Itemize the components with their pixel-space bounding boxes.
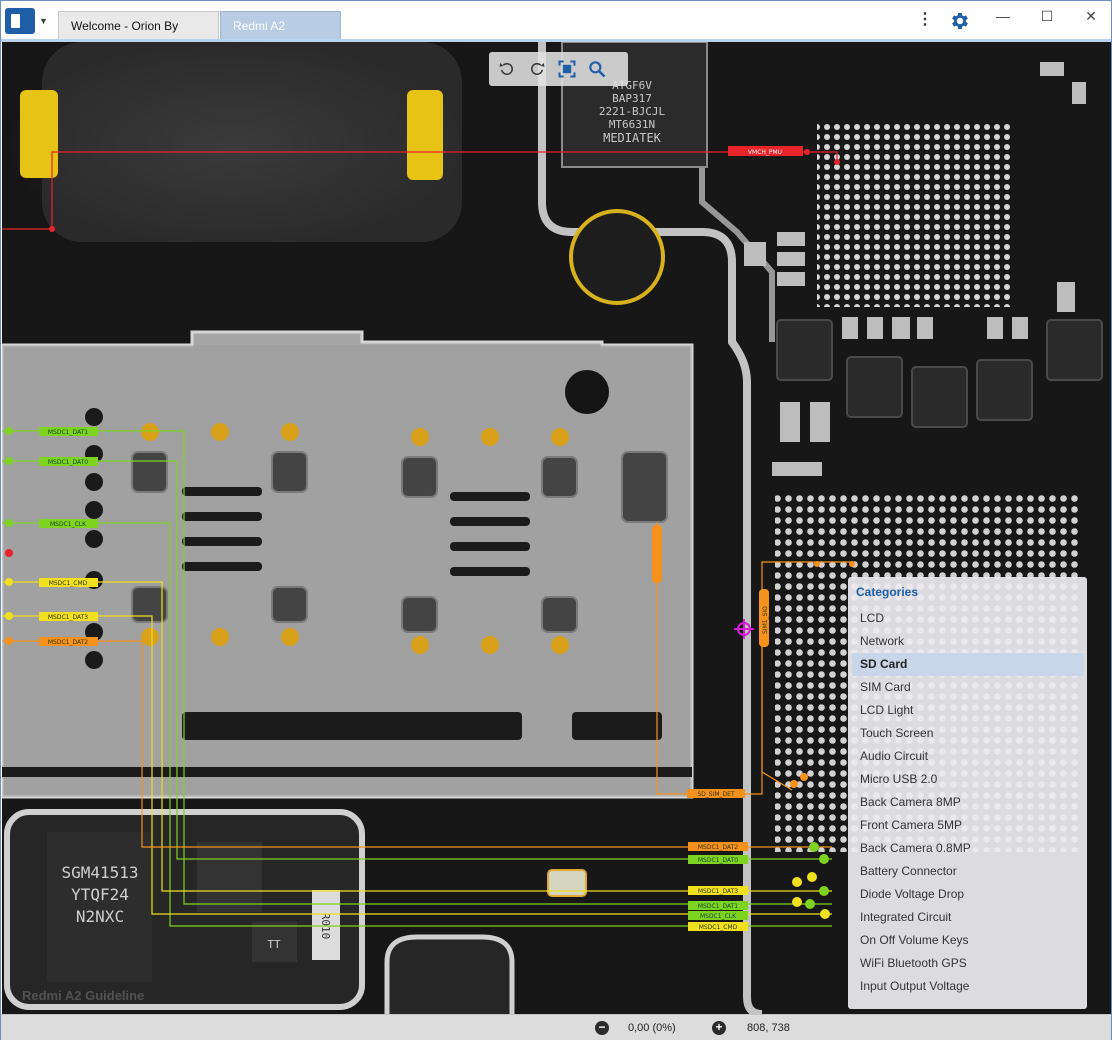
category-item[interactable]: On Off Volume Keys	[852, 929, 1084, 952]
category-item[interactable]: Audio Circuit	[852, 745, 1084, 768]
categories-title: Categories	[856, 585, 919, 599]
net-label: VMCH_PMU	[748, 149, 782, 156]
net-label: MSDC1_DAT0	[48, 459, 88, 466]
search-icon[interactable]	[585, 57, 609, 81]
rotate-right-icon[interactable]	[525, 57, 549, 81]
close-button[interactable]: ✕	[1069, 5, 1112, 29]
net-label: SIM1_SIO	[762, 606, 769, 634]
categories-list: LCD Network SD Card SIM Card LCD Light Touch …	[852, 607, 1084, 998]
maximize-button[interactable]: ☐	[1025, 5, 1069, 29]
board-watermark: Redmi A2 Guideline	[22, 988, 145, 1003]
category-item[interactable]: WiFi Bluetooth GPS	[852, 952, 1084, 975]
app-menu-button[interactable]: ▼	[5, 7, 49, 35]
category-item[interactable]: Touch Screen	[852, 722, 1084, 745]
right-net-tags: MSDC1_DAT2 MSDC1_DAT0 MSDC1_DAT3 MSDC1_D…	[688, 842, 748, 931]
category-item[interactable]: SIM Card	[852, 676, 1084, 699]
net-label: MSDC1_DAT2	[698, 844, 738, 851]
category-item[interactable]: Diode Voltage Drop	[852, 883, 1084, 906]
app-window: ▼ Welcome - Orion By ESTECH Redmi A2 Gui…	[0, 0, 1112, 1040]
minimize-button[interactable]: —	[981, 5, 1025, 29]
net-label: MSDC1_CLK	[50, 521, 87, 528]
title-bar: ▼ Welcome - Orion By ESTECH Redmi A2 Gui…	[1, 1, 1112, 61]
cursor-coordinates: 808, 738	[747, 1022, 790, 1034]
chip-label: BAP317	[612, 92, 652, 105]
category-item[interactable]: Battery Connector	[852, 860, 1084, 883]
chip-label: 2221-BJCJL	[599, 105, 666, 118]
category-item[interactable]: LCD Light	[852, 699, 1084, 722]
category-item[interactable]: Network	[852, 630, 1084, 653]
gear-icon[interactable]	[949, 10, 971, 32]
net-label: SD_SIM_DET	[697, 791, 735, 798]
zoom-out-button[interactable]: −	[595, 1021, 609, 1035]
chip-label: N2NXC	[76, 907, 124, 926]
net-label: MSDC1_DAT0	[698, 857, 738, 864]
chip-label: TT	[267, 938, 281, 951]
category-item[interactable]: Input Output Voltage	[852, 975, 1084, 998]
category-item[interactable]: Integrated Circuit	[852, 906, 1084, 929]
net-label: MSDC1_DAT2	[48, 639, 88, 646]
net-label: MSDC1_CMD	[699, 924, 738, 931]
chip-label: MEDIATEK	[603, 131, 662, 145]
category-item[interactable]: SD Card	[852, 653, 1084, 676]
view-toolbar	[489, 52, 628, 86]
tab-redmi-a2-guideline[interactable]: Redmi A2 Guideline	[220, 11, 341, 61]
chip-label: MT6631N	[609, 118, 655, 131]
zoom-in-button[interactable]: +	[712, 1021, 726, 1035]
net-label: MSDC1_DAT3	[48, 614, 88, 621]
category-item[interactable]: Front Camera 5MP	[852, 814, 1084, 837]
category-item[interactable]: Back Camera 8MP	[852, 791, 1084, 814]
app-menu-icon	[5, 8, 35, 34]
categories-panel: Categories LCD Network SD Card SIM Card LCD …	[848, 577, 1087, 1009]
rotate-left-icon[interactable]	[495, 57, 519, 81]
chevron-down-icon: ▼	[39, 16, 48, 26]
fit-screen-icon[interactable]	[555, 57, 579, 81]
category-item[interactable]: Micro USB 2.0	[852, 768, 1084, 791]
net-label: MSDC1_DAT1	[698, 903, 738, 910]
net-label: MSDC1_CLK	[700, 913, 737, 920]
category-item[interactable]: Back Camera 0.8MP	[852, 837, 1084, 860]
net-label: MSDC1_DAT3	[698, 888, 738, 895]
category-item[interactable]: LCD	[852, 607, 1084, 630]
status-bar: − 0,00 (0%) + 808, 738	[1, 1014, 1111, 1040]
net-label: MSDC1_DAT1	[48, 429, 88, 436]
chip-label: SGM41513	[61, 863, 138, 882]
kebab-menu-icon[interactable]: ⋮	[917, 11, 933, 31]
zoom-level: 0,00 (0%)	[628, 1022, 676, 1034]
chip-label: YTQF24	[71, 885, 129, 904]
tab-welcome[interactable]: Welcome - Orion By ESTECH	[58, 11, 219, 61]
net-label: MSDC1_CMD	[49, 580, 88, 587]
